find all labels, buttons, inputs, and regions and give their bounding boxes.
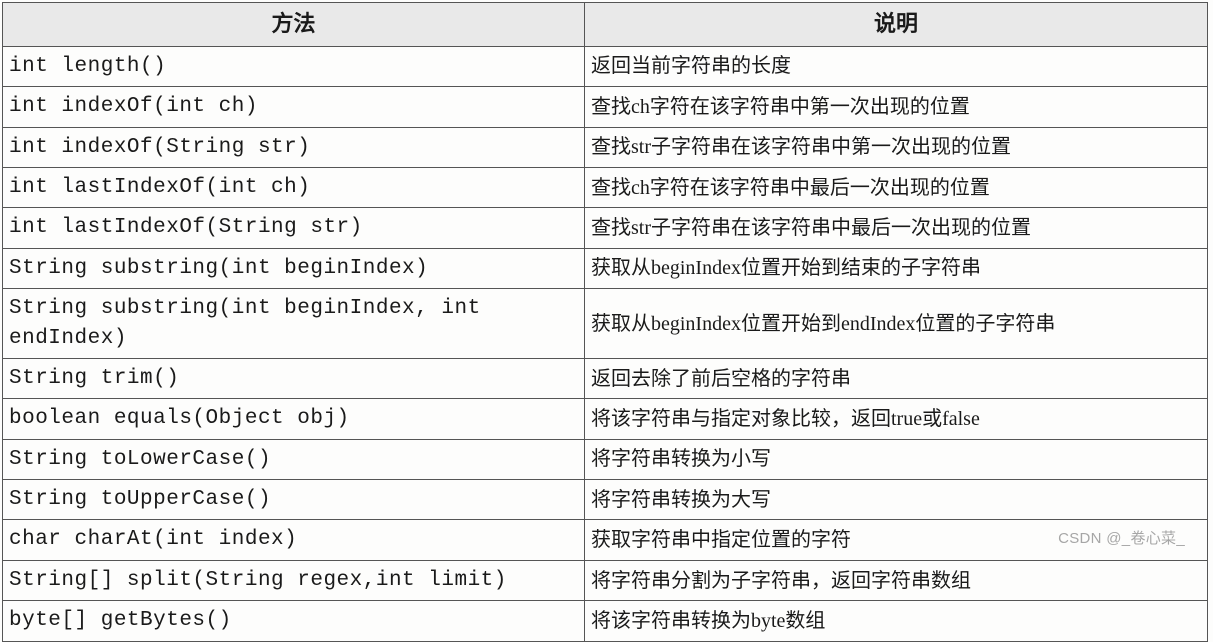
method-cell: String[] split(String regex,int limit): [3, 560, 585, 600]
description-cell: 查找str子字符串在该字符串中最后一次出现的位置: [585, 208, 1208, 248]
method-cell: char charAt(int index): [3, 520, 585, 560]
table-row: int lastIndexOf(int ch) 查找ch字符在该字符串中最后一次…: [3, 167, 1208, 207]
description-cell: 将字符串转换为大写: [585, 480, 1208, 520]
table-row: String substring(int beginIndex, int end…: [3, 289, 1208, 359]
description-cell: 获取从beginIndex位置开始到endIndex位置的子字符串: [585, 289, 1208, 359]
description-cell: 获取从beginIndex位置开始到结束的子字符串: [585, 248, 1208, 288]
header-description: 说明: [585, 3, 1208, 47]
method-cell: int lastIndexOf(String str): [3, 208, 585, 248]
method-cell: boolean equals(Object obj): [3, 399, 585, 439]
method-cell: int length(): [3, 46, 585, 86]
table-row: String toUpperCase() 将字符串转换为大写: [3, 480, 1208, 520]
table-row: char charAt(int index) 获取字符串中指定位置的字符: [3, 520, 1208, 560]
header-method: 方法: [3, 3, 585, 47]
table-row: boolean equals(Object obj) 将该字符串与指定对象比较，…: [3, 399, 1208, 439]
table-row: int indexOf(String str) 查找str子字符串在该字符串中第…: [3, 127, 1208, 167]
method-cell: int indexOf(int ch): [3, 87, 585, 127]
table-header-row: 方法 说明: [3, 3, 1208, 47]
table-row: int indexOf(int ch) 查找ch字符在该字符串中第一次出现的位置: [3, 87, 1208, 127]
table-row: String substring(int beginIndex) 获取从begi…: [3, 248, 1208, 288]
table-row: String trim() 返回去除了前后空格的字符串: [3, 358, 1208, 398]
method-cell: byte[] getBytes(): [3, 601, 585, 641]
description-cell: 查找ch字符在该字符串中最后一次出现的位置: [585, 167, 1208, 207]
description-cell: 将字符串转换为小写: [585, 439, 1208, 479]
method-cell: String toLowerCase(): [3, 439, 585, 479]
table-row: int lastIndexOf(String str) 查找str子字符串在该字…: [3, 208, 1208, 248]
methods-table: 方法 说明 int length() 返回当前字符串的长度 int indexO…: [2, 2, 1208, 642]
method-cell: int indexOf(String str): [3, 127, 585, 167]
description-cell: 查找ch字符在该字符串中第一次出现的位置: [585, 87, 1208, 127]
description-cell: 将字符串分割为子字符串，返回字符串数组: [585, 560, 1208, 600]
description-cell: 将该字符串转换为byte数组: [585, 601, 1208, 641]
description-cell: 返回去除了前后空格的字符串: [585, 358, 1208, 398]
method-cell: String toUpperCase(): [3, 480, 585, 520]
method-cell: String substring(int beginIndex): [3, 248, 585, 288]
table-row: String[] split(String regex,int limit) 将…: [3, 560, 1208, 600]
watermark: CSDN @_卷心菜_: [1058, 527, 1185, 548]
table-row: int length() 返回当前字符串的长度: [3, 46, 1208, 86]
method-cell: String substring(int beginIndex, int end…: [3, 289, 585, 359]
table-row: String toLowerCase() 将字符串转换为小写: [3, 439, 1208, 479]
method-cell: int lastIndexOf(int ch): [3, 167, 585, 207]
description-cell: 查找str子字符串在该字符串中第一次出现的位置: [585, 127, 1208, 167]
description-cell: 将该字符串与指定对象比较，返回true或false: [585, 399, 1208, 439]
table-row: byte[] getBytes() 将该字符串转换为byte数组: [3, 601, 1208, 641]
description-cell: 返回当前字符串的长度: [585, 46, 1208, 86]
method-cell: String trim(): [3, 358, 585, 398]
